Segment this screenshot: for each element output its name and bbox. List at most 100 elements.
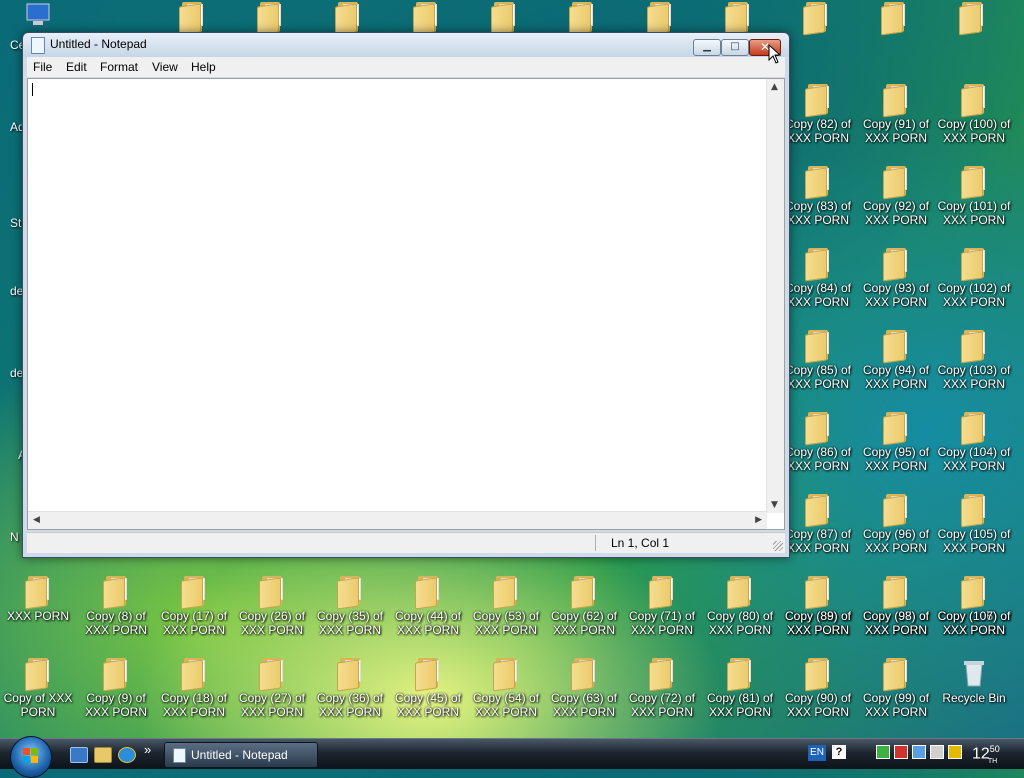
minimize-icon: ▁ — [703, 41, 711, 52]
show-desktop-icon[interactable] — [70, 747, 88, 763]
desktop-folder[interactable]: Copy (17) of XXX PORN — [156, 576, 232, 654]
menu-file[interactable]: File — [33, 60, 52, 74]
desktop-folder[interactable]: Copy (95) of XXX PORN — [858, 412, 934, 490]
desktop-folder[interactable]: Copy (107) of XXX PORN — [936, 576, 1012, 654]
folder-label: Copy (96) of XXX PORN — [862, 527, 930, 555]
clipped-icon-label: N — [10, 530, 19, 544]
desktop-folder[interactable]: Copy (54) of XXX PORN — [468, 658, 544, 736]
folder-label: Copy (62) of XXX PORN — [550, 609, 618, 637]
scroll-right-icon[interactable]: ▶ — [755, 515, 762, 525]
desktop-folder[interactable]: Copy (105) of XXX PORN — [936, 494, 1012, 572]
desktop-folder[interactable]: Copy (87) of XXX PORN — [780, 494, 856, 572]
desktop-folder[interactable]: Copy (9) of XXX PORN — [78, 658, 154, 736]
desktop-folder[interactable]: Copy (103) of XXX PORN — [936, 330, 1012, 408]
desktop-folder[interactable]: Copy (86) of XXX PORN — [780, 412, 856, 490]
internet-explorer-icon[interactable] — [118, 747, 136, 763]
menu-format[interactable]: Format — [100, 60, 138, 74]
taskbar-notepad-button[interactable]: Untitled - Notepad — [164, 742, 318, 768]
desktop-folder[interactable]: Copy (92) of XXX PORN — [858, 166, 934, 244]
network-icon[interactable] — [912, 745, 926, 759]
desktop-folder[interactable]: Copy (27) of XXX PORN — [234, 658, 310, 736]
desktop-folder[interactable]: Copy (91) of XXX PORN — [858, 84, 934, 162]
folder-icon — [805, 658, 831, 692]
desktop-folder[interactable]: Copy (98) of XXX PORN — [858, 576, 934, 654]
desktop-folder[interactable]: XXX PORN — [0, 576, 76, 654]
power-icon[interactable] — [948, 745, 962, 759]
desktop-folder[interactable]: Copy (81) of XXX PORN — [702, 658, 778, 736]
desktop-folder[interactable]: Copy (84) of XXX PORN — [780, 248, 856, 326]
desktop-folder[interactable]: Copy (8) of XXX PORN — [78, 576, 154, 654]
desktop-folder[interactable] — [856, 2, 932, 80]
text-editor[interactable]: ▲ ▼ ◀ ▶ — [27, 78, 785, 530]
scroll-up-icon[interactable]: ▲ — [771, 82, 778, 92]
menu-edit[interactable]: Edit — [66, 60, 87, 74]
folder-icon — [883, 412, 909, 446]
desktop-folder[interactable]: Copy (72) of XXX PORN — [624, 658, 700, 736]
desktop-folder[interactable]: Copy (85) of XXX PORN — [780, 330, 856, 408]
desktop-folder[interactable]: Copy (35) of XXX PORN — [312, 576, 388, 654]
folder-icon — [727, 658, 753, 692]
desktop-folder[interactable]: Copy (100) of XXX PORN — [936, 84, 1012, 162]
desktop-folder[interactable]: Copy (89) of XXX PORN — [780, 576, 856, 654]
scroll-left-icon[interactable]: ◀ — [33, 515, 40, 525]
minimize-button[interactable]: ▁ — [693, 39, 721, 56]
desktop-folder[interactable]: Copy (26) of XXX PORN — [234, 576, 310, 654]
folder-icon — [415, 576, 441, 610]
desktop-folder[interactable]: Copy (80) of XXX PORN — [702, 576, 778, 654]
tray-app-icon[interactable] — [876, 745, 890, 759]
desktop-folder[interactable]: Copy (96) of XXX PORN — [858, 494, 934, 572]
menu-help[interactable]: Help — [191, 60, 216, 74]
switch-windows-icon[interactable] — [94, 747, 112, 763]
folder-label: Copy (18) of XXX PORN — [160, 691, 228, 719]
desktop-folder[interactable]: Copy (93) of XXX PORN — [858, 248, 934, 326]
security-alert-icon[interactable] — [894, 745, 908, 759]
desktop-folder[interactable]: Copy (71) of XXX PORN — [624, 576, 700, 654]
help-icon[interactable]: ? — [832, 745, 846, 759]
folder-label: Copy (26) of XXX PORN — [238, 609, 306, 637]
folder-icon — [25, 658, 51, 692]
desktop-folder[interactable]: Copy (94) of XXX PORN — [858, 330, 934, 408]
vertical-scrollbar[interactable]: ▲ ▼ — [766, 79, 784, 513]
desktop-folder[interactable]: Copy (36) of XXX PORN — [312, 658, 388, 736]
desktop-folder[interactable]: Copy (53) of XXX PORN — [468, 576, 544, 654]
desktop-folder[interactable]: Copy (101) of XXX PORN — [936, 166, 1012, 244]
folder-icon — [805, 84, 831, 118]
desktop-folder[interactable]: Copy (99) of XXX PORN — [858, 658, 934, 736]
title-bar[interactable]: Untitled - Notepad ▁ □ ✕ — [23, 33, 789, 57]
desktop-folder[interactable]: Copy (104) of XXX PORN — [936, 412, 1012, 490]
folder-label: Copy of XXX PORN — [3, 691, 73, 719]
desktop-folder[interactable]: Copy (82) of XXX PORN — [780, 84, 856, 162]
desktop-folder[interactable] — [934, 2, 1010, 80]
desktop-folder[interactable]: Copy (44) of XXX PORN — [390, 576, 466, 654]
recycle-bin[interactable]: Recycle Bin — [936, 658, 1012, 736]
folder-icon — [571, 658, 597, 692]
folder-label: Copy (9) of XXX PORN — [84, 691, 147, 719]
desktop-folder[interactable]: Copy (45) of XXX PORN — [390, 658, 466, 736]
folder-icon — [961, 412, 987, 446]
horizontal-scrollbar[interactable]: ◀ ▶ — [28, 511, 767, 529]
quicklaunch-more-icon[interactable]: » — [144, 742, 151, 757]
desktop-folder[interactable]: Copy (63) of XXX PORN — [546, 658, 622, 736]
scroll-down-icon[interactable]: ▼ — [771, 500, 778, 510]
menu-view[interactable]: View — [152, 60, 178, 74]
maximize-button[interactable]: □ — [721, 39, 749, 56]
folder-label: Copy (27) of XXX PORN — [238, 691, 306, 719]
notepad-icon[interactable] — [31, 37, 45, 54]
start-button[interactable] — [10, 736, 52, 778]
language-indicator[interactable]: EN — [808, 745, 826, 761]
desktop-folder[interactable]: Copy (90) of XXX PORN — [780, 658, 856, 736]
system-clock[interactable]: 1250TH — [972, 744, 1000, 765]
desktop-folder[interactable]: Copy (102) of XXX PORN — [936, 248, 1012, 326]
folder-label: Copy (82) of XXX PORN — [784, 117, 852, 145]
volume-icon[interactable] — [930, 745, 944, 759]
folder-label: Copy (81) of XXX PORN — [706, 691, 774, 719]
desktop-folder[interactable]: Copy (83) of XXX PORN — [780, 166, 856, 244]
folder-icon — [413, 2, 439, 36]
resize-grip-icon[interactable] — [773, 541, 783, 551]
folder-icon — [727, 576, 753, 610]
desktop-folder[interactable]: Copy (18) of XXX PORN — [156, 658, 232, 736]
desktop-folder[interactable]: Copy (62) of XXX PORN — [546, 576, 622, 654]
desktop-folder[interactable]: Copy of XXX PORN — [0, 658, 76, 736]
notepad-window[interactable]: Untitled - Notepad ▁ □ ✕ File Edit Forma… — [22, 32, 790, 558]
text-caret — [32, 83, 33, 96]
